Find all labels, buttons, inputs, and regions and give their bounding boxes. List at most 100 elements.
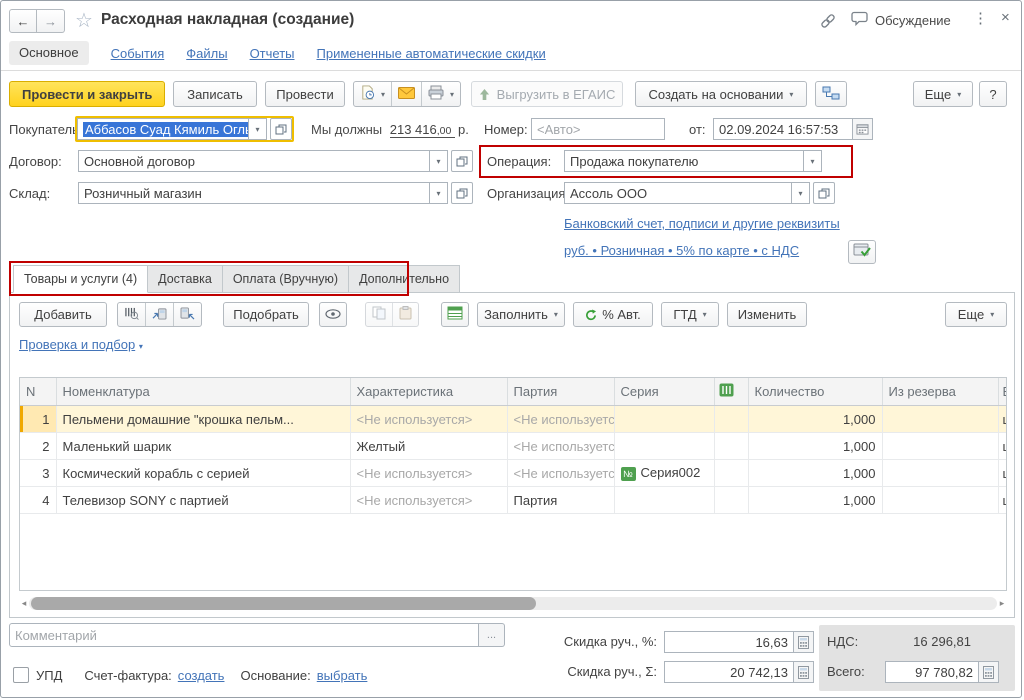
save-button[interactable]: Записать <box>173 81 257 107</box>
invoice-row: УПД Счет-фактура: создать Основание: выб… <box>13 667 367 683</box>
close-icon[interactable]: × <box>1001 9 1010 26</box>
invoice-create-link[interactable]: создать <box>178 668 225 683</box>
view-button[interactable] <box>319 302 347 327</box>
date-input[interactable] <box>713 118 853 140</box>
bank-details-link[interactable]: Банковский счет, подписи и другие реквиз… <box>564 216 840 231</box>
col-n[interactable]: N <box>20 378 57 406</box>
comment-expand-button[interactable]: ... <box>479 623 505 647</box>
col-series-icon[interactable] <box>714 378 749 406</box>
nav-tab-files[interactable]: Файлы <box>186 46 227 61</box>
number-label: Номер: <box>484 122 528 137</box>
send-email-button[interactable] <box>392 82 423 106</box>
table-settings-button[interactable] <box>441 302 469 327</box>
upd-checkbox[interactable] <box>13 667 29 683</box>
scrollbar-track[interactable] <box>29 597 997 610</box>
col-characteristic[interactable]: Характеристика <box>350 378 508 406</box>
table-row[interactable]: 1 Пельмени домашние "крошка пельм... <Не… <box>20 405 1006 433</box>
chevron-down-icon: ▾ <box>450 89 455 99</box>
discount-pct-group <box>664 631 814 653</box>
comment-input[interactable] <box>9 623 479 647</box>
col-nomenclature[interactable]: Номенклатура <box>56 378 351 406</box>
add-row-button[interactable]: Добавить <box>19 302 107 327</box>
nav-tab-events[interactable]: События <box>111 46 165 61</box>
more-actions-button[interactable]: Еще ▾ <box>913 81 973 107</box>
post-and-close-button[interactable]: Провести и закрыть <box>9 81 166 107</box>
more-menu-icon[interactable]: ⋮ <box>973 9 988 27</box>
col-batch[interactable]: Партия <box>507 378 615 406</box>
debt-amount-link[interactable]: 213 416,00 <box>389 122 455 138</box>
buyer-open-button[interactable] <box>270 118 292 140</box>
table-row[interactable]: 2 Маленький шарик Желтый <Не используетс… <box>20 432 1006 460</box>
scrollbar-thumb[interactable] <box>31 597 536 610</box>
calculator-icon[interactable] <box>794 661 814 683</box>
pick-items-button[interactable]: Подобрать <box>223 302 309 327</box>
operation-field-group: Продажа покупателю ▾ <box>564 150 822 172</box>
nav-tab-auto-discounts[interactable]: Примененные автоматические скидки <box>317 46 546 61</box>
organization-open-button[interactable] <box>813 182 835 204</box>
col-quantity[interactable]: Количество <box>748 378 883 406</box>
table-horizontal-scrollbar[interactable]: ◂ ▸ <box>19 596 1007 611</box>
paste-rows-button[interactable] <box>393 303 418 326</box>
price-kind-button[interactable] <box>848 240 876 264</box>
buyer-dropdown-button[interactable]: ▾ <box>249 118 267 140</box>
fill-button[interactable]: Заполнить ▾ <box>477 302 565 327</box>
tab-delivery[interactable]: Доставка <box>148 265 223 293</box>
favorite-star-icon[interactable]: ☆ <box>75 8 93 33</box>
nav-tab-main[interactable]: Основное <box>9 41 89 65</box>
contract-open-button[interactable] <box>451 150 473 172</box>
table-more-button[interactable]: Еще ▾ <box>945 302 1007 327</box>
discount-sum-input[interactable] <box>664 661 794 683</box>
contract-input[interactable]: Основной договор <box>78 150 430 172</box>
number-input[interactable] <box>531 118 665 140</box>
check-and-pick-link[interactable]: Проверка и подбор ▾ <box>19 337 143 352</box>
auto-discount-button[interactable]: % Авт. <box>573 302 653 327</box>
terminal-unload-button[interactable] <box>174 303 201 326</box>
total-label: Всего: <box>827 664 865 679</box>
forward-button[interactable]: → <box>37 9 65 33</box>
gtd-button[interactable]: ГТД ▾ <box>661 302 719 327</box>
help-button[interactable]: ? <box>979 81 1007 107</box>
basis-choose-link[interactable]: выбрать <box>317 668 368 683</box>
table-row[interactable]: 3 Космический корабль с серией <Не испол… <box>20 459 1006 487</box>
back-button[interactable]: ← <box>9 9 37 33</box>
tab-additional[interactable]: Дополнительно <box>349 265 461 293</box>
copy-rows-button[interactable] <box>366 303 393 326</box>
terminal-load-button[interactable] <box>146 303 174 326</box>
col-unit[interactable]: Ед. <box>998 378 1006 406</box>
price-settings-link[interactable]: руб. • Розничная • 5% по карте • с НДС <box>564 243 799 258</box>
organization-input[interactable]: Ассоль ООО <box>564 182 792 204</box>
operation-dropdown-button[interactable]: ▾ <box>804 150 822 172</box>
organization-dropdown-button[interactable]: ▾ <box>792 182 810 204</box>
print-button[interactable]: ▾ <box>422 82 460 106</box>
warehouse-open-button[interactable] <box>451 182 473 204</box>
total-input[interactable] <box>885 661 979 683</box>
tab-payment[interactable]: Оплата (Вручную) <box>222 265 350 293</box>
contract-dropdown-button[interactable]: ▾ <box>430 150 448 172</box>
discussion-button[interactable]: Обсуждение <box>851 11 951 30</box>
related-documents-button[interactable] <box>815 81 847 107</box>
post-button[interactable]: Провести <box>265 81 345 107</box>
series-number-badge: № <box>620 466 636 481</box>
warehouse-input[interactable]: Розничный магазин <box>78 182 430 204</box>
buyer-input[interactable]: Аббасов Суад Кямиль Оглы <box>77 118 249 140</box>
get-link-icon[interactable] <box>819 13 837 32</box>
barcode-scan-button[interactable] <box>118 303 146 326</box>
calculator-icon[interactable] <box>979 661 999 683</box>
col-reserve[interactable]: Из резерва <box>882 378 999 406</box>
tab-goods-services[interactable]: Товары и услуги (4) <box>13 265 149 293</box>
scroll-left-icon[interactable]: ◂ <box>19 598 29 609</box>
scroll-right-icon[interactable]: ▸ <box>997 598 1007 609</box>
edit-row-button[interactable]: Изменить <box>727 302 807 327</box>
warehouse-dropdown-button[interactable]: ▾ <box>430 182 448 204</box>
calendar-button[interactable] <box>853 118 873 140</box>
create-based-on-button[interactable]: Создать на основании ▾ <box>635 81 807 107</box>
nav-tab-reports[interactable]: Отчеты <box>250 46 295 61</box>
operation-input[interactable]: Продажа покупателю <box>564 150 804 172</box>
discount-pct-input[interactable] <box>664 631 794 653</box>
col-series[interactable]: Серия <box>614 378 715 406</box>
egais-upload-button[interactable]: Выгрузить в ЕГАИС <box>471 81 623 107</box>
warehouse-label: Склад: <box>9 186 51 201</box>
document-movements-button[interactable]: ▾ <box>354 82 393 106</box>
calculator-icon[interactable] <box>794 631 814 653</box>
table-row[interactable]: 4 Телевизор SONY с партией <Не используе… <box>20 486 1006 514</box>
